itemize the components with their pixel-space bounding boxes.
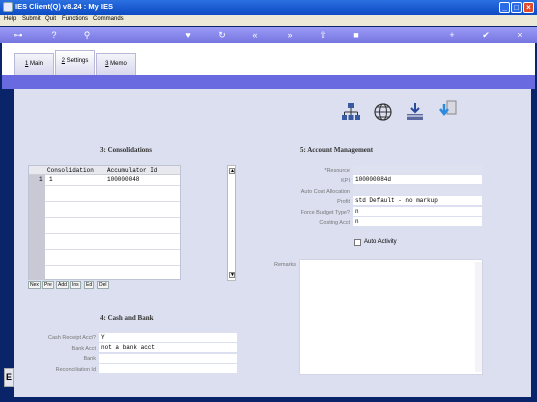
maximize-button[interactable]: □ <box>511 2 522 13</box>
kpi-label: KPI <box>341 178 350 184</box>
row-divider <box>45 217 180 218</box>
app-icon <box>3 2 13 12</box>
toolbar: ⊶ ? ⚲ ♥ ↻ « » ⇧ ■ + ✔ × <box>0 27 537 43</box>
col-consolidation: Consolidation <box>47 167 94 174</box>
add-button[interactable]: Add <box>56 281 69 289</box>
tab-settings-label: Settings <box>64 58 89 64</box>
scroll-up-icon[interactable]: ▲ <box>229 168 235 174</box>
tab-memo[interactable]: 3 Memo <box>96 53 136 75</box>
profit-label: Profit <box>337 199 350 205</box>
cash-receipt-label: Cash Receipt Acct? <box>48 335 96 341</box>
menu-commands[interactable]: Commands <box>93 16 124 22</box>
cash-receipt-field[interactable]: Y <box>99 333 237 342</box>
menu-quit[interactable]: Quit <box>45 16 56 22</box>
bank-label: Bank <box>83 356 96 362</box>
kpi-field[interactable]: 100000084d <box>353 175 482 184</box>
col-accumulator-id: Accumulator Id <box>107 167 158 174</box>
tab-main-label: Main <box>28 61 43 67</box>
force-budget-type-label: Force Budget Type? <box>300 210 350 216</box>
costing-acct-label: Costing Acct <box>319 220 350 226</box>
row-divider <box>45 265 180 266</box>
check-icon[interactable]: ✔ <box>480 29 492 41</box>
delete-button[interactable]: Del <box>97 281 109 289</box>
back-icon[interactable]: « <box>249 29 261 41</box>
tab-memo-label: Memo <box>108 61 127 67</box>
costing-acct-field[interactable]: n <box>353 217 482 226</box>
row-divider <box>45 185 180 186</box>
cell-consolidation[interactable]: 1 <box>49 176 53 183</box>
reconciliation-id-field[interactable] <box>99 364 237 373</box>
menu-submit[interactable]: Submit <box>22 16 41 22</box>
close-icon[interactable]: × <box>514 29 526 41</box>
grid-scrollbar[interactable]: ▲ ▼ <box>227 165 236 281</box>
upload-icon[interactable]: ⇧ <box>317 29 329 41</box>
reconciliation-id-label: Reconciliation Id <box>55 367 96 373</box>
auto-cost-allocation-field[interactable] <box>353 186 482 195</box>
stop-icon[interactable]: ■ <box>350 29 362 41</box>
help-icon[interactable]: ? <box>48 29 60 41</box>
globe-icon[interactable] <box>373 102 393 122</box>
menu-help[interactable]: Help <box>4 16 16 22</box>
menu-bar: Help Submit Quit Functions Commands <box>0 15 537 26</box>
resource-label: *Resource <box>324 168 350 174</box>
title-bar: IES Client(Q) v8.24 : My IES _ □ × <box>0 0 537 15</box>
row-number: 1 <box>39 176 43 183</box>
auto-activity-label: Auto Activity <box>364 239 397 245</box>
cell-accumulator-id[interactable]: 100000048 <box>107 176 139 183</box>
key-icon[interactable]: ⊶ <box>8 29 28 41</box>
import-icon[interactable] <box>438 100 458 120</box>
tab-band <box>2 75 535 89</box>
heart-icon[interactable]: ♥ <box>182 29 194 41</box>
auto-cost-allocation-label: Auto Cost Allocation <box>300 189 350 195</box>
remarks-textarea[interactable] <box>299 259 483 375</box>
window-title: IES Client(Q) v8.24 : My IES <box>15 2 113 11</box>
forward-icon[interactable]: » <box>284 29 296 41</box>
side-button[interactable]: E <box>4 368 14 387</box>
profit-field[interactable]: std Default - no markup <box>353 196 482 205</box>
scroll-down-icon[interactable]: ▼ <box>229 272 235 278</box>
menu-functions[interactable]: Functions <box>62 16 88 22</box>
close-window-button[interactable]: × <box>523 2 534 13</box>
bank-acct-field[interactable]: not a bank acct <box>99 343 237 352</box>
tab-main[interactable]: 1 Main <box>14 53 54 75</box>
download-tray-icon[interactable] <box>405 102 425 122</box>
cash-bank-title: 4: Cash and Bank <box>100 314 154 322</box>
bank-field[interactable] <box>99 354 237 363</box>
org-chart-icon[interactable] <box>341 102 361 122</box>
row-divider <box>45 233 180 234</box>
search-icon[interactable]: ⚲ <box>81 29 93 41</box>
tab-settings[interactable]: 2 Settings <box>55 50 95 75</box>
refresh-icon[interactable]: ↻ <box>216 29 228 41</box>
resource-field[interactable] <box>353 165 482 174</box>
account-management-title: 5: Account Management <box>300 146 374 154</box>
insert-button[interactable]: Ins <box>70 281 81 289</box>
previous-button[interactable]: Pre <box>42 281 54 289</box>
remarks-label: Remarks <box>273 262 296 268</box>
row-divider <box>45 249 180 250</box>
auto-activity-checkbox[interactable] <box>354 239 361 246</box>
edit-button[interactable]: Ed <box>84 281 95 289</box>
force-budget-type-field[interactable]: n <box>353 207 482 216</box>
consolidations-title: 3: Consolidations <box>100 146 152 154</box>
add-icon[interactable]: + <box>446 29 458 41</box>
minimize-button[interactable]: _ <box>499 2 510 13</box>
row-gutter <box>29 175 45 280</box>
next-button[interactable]: Nex <box>28 281 41 289</box>
row-divider <box>45 201 180 202</box>
remarks-scrollbar[interactable] <box>475 262 482 372</box>
bank-acct-label: Bank Acct <box>71 346 96 352</box>
grid-header: Consolidation Accumulator Id <box>29 166 180 175</box>
consolidations-grid: Consolidation Accumulator Id 1 1 1000000… <box>28 165 181 280</box>
